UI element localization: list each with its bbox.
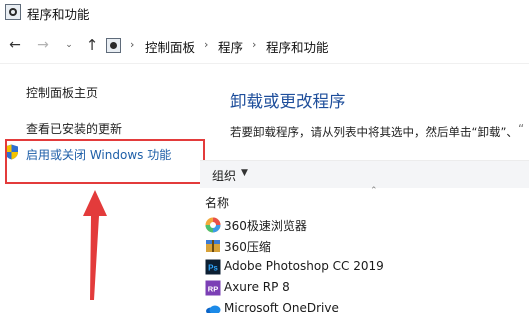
360-zip-icon [206, 240, 220, 252]
window-title: 程序和功能 [27, 7, 90, 22]
program-name: 360压缩 [224, 240, 271, 254]
up-arrow-icon[interactable]: ↑ [83, 35, 101, 55]
program-name: Axure RP 8 [224, 280, 290, 294]
list-item[interactable]: RP Axure RP 8 [205, 278, 529, 298]
list-item[interactable]: Ps Adobe Photoshop CC 2019 [205, 257, 529, 277]
breadcrumb-control-panel[interactable]: 控制面板 [145, 37, 195, 56]
sidebar-link-view-installed-updates[interactable]: 查看已安装的更新 [26, 120, 122, 137]
onedrive-icon [206, 305, 221, 313]
list-toolbar: 组织 ▼ [200, 160, 529, 188]
list-item[interactable]: 360极速浏览器 [205, 215, 529, 235]
photoshop-icon-label: Ps [208, 264, 218, 273]
page-description: 若要卸载程序，请从列表中将其选中，然后单击“卸载”、 [230, 125, 518, 139]
address-bar-control-panel-icon [106, 38, 121, 53]
annotation-arrow-icon [83, 190, 107, 300]
recent-locations-chevron-icon[interactable]: ⌄ [60, 35, 78, 55]
axure-icon-label: RP [208, 285, 218, 294]
highlight-box [5, 139, 205, 184]
title-bar: 程序和功能 [0, 0, 529, 26]
list-item[interactable]: 360压缩 [205, 236, 529, 256]
back-arrow-icon[interactable]: ← [6, 35, 24, 55]
photoshop-icon: Ps [205, 259, 221, 275]
breadcrumb-programs[interactable]: 程序 [218, 37, 243, 56]
navigation-bar: ← → ⌄ ↑ › 控制面板 › 程序 › 程序和功能 [0, 26, 529, 64]
forward-arrow-icon[interactable]: → [34, 35, 52, 55]
organize-button[interactable]: 组织 [212, 167, 236, 184]
axure-icon: RP [205, 280, 221, 296]
program-name: Microsoft OneDrive [224, 301, 339, 313]
control-panel-icon [5, 4, 21, 20]
360-browser-icon [205, 217, 221, 233]
breadcrumb-separator-icon[interactable]: › [130, 38, 134, 51]
breadcrumb-programs-and-features[interactable]: 程序和功能 [266, 37, 329, 56]
page-heading: 卸载或更改程序 [230, 92, 346, 111]
breadcrumb-separator-icon[interactable]: › [204, 38, 208, 51]
organize-dropdown-caret-icon[interactable]: ▼ [241, 168, 248, 178]
column-header-name[interactable]: 名称 [205, 194, 229, 211]
sidebar-link-control-panel-home[interactable]: 控制面板主页 [26, 84, 98, 101]
program-name: Adobe Photoshop CC 2019 [224, 259, 384, 273]
list-item[interactable]: Microsoft OneDrive [205, 299, 529, 313]
program-name: 360极速浏览器 [224, 219, 307, 233]
breadcrumb-separator-icon[interactable]: › [252, 38, 256, 51]
page-description-tail: “ [518, 122, 525, 136]
sort-indicator-icon: ⌃ [370, 186, 378, 196]
